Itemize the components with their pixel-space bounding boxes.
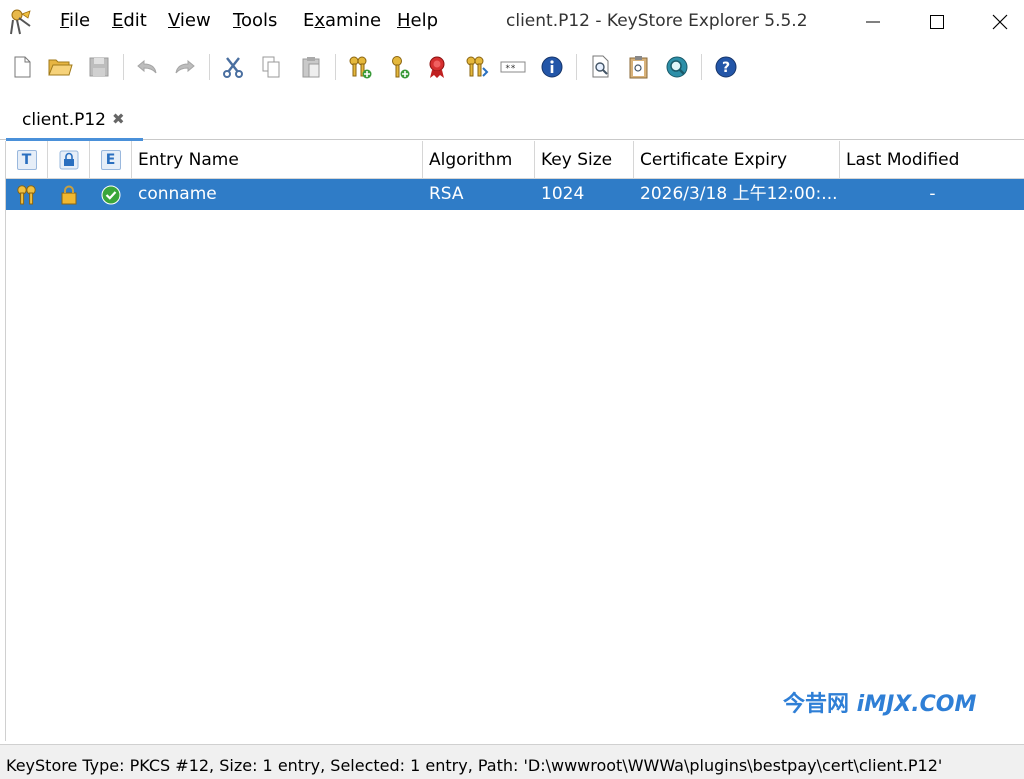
minimize-icon <box>866 21 880 23</box>
watermark: 今昔网 iMJX.COM <box>783 686 976 718</box>
menu-view[interactable]: View <box>168 10 211 31</box>
close-window-button[interactable] <box>972 0 1024 44</box>
column-header-certificate-expiry[interactable]: Certificate Expiry <box>634 141 840 179</box>
maximize-button[interactable] <box>909 0 965 44</box>
column-header-last-modified[interactable]: Last Modified <box>840 141 1024 179</box>
toolbar-separator <box>123 54 124 80</box>
paste-icon[interactable] <box>296 52 326 82</box>
valid-check-icon <box>90 179 132 210</box>
status-text: KeyStore Type: PKCS #12, Size: 1 entry, … <box>6 756 943 775</box>
svg-text:?: ? <box>722 60 730 76</box>
tab-client-p12[interactable]: client.P12 ✖ <box>6 98 143 141</box>
save-icon[interactable] <box>84 52 114 82</box>
menu-edit[interactable]: Edit <box>112 10 147 31</box>
menu-tools[interactable]: Tools <box>233 10 277 31</box>
tab-close-icon[interactable]: ✖ <box>112 110 125 128</box>
keystore-entries-table: T E Entry Name Algorithm Key Size Certif… <box>5 141 1024 741</box>
properties-icon[interactable] <box>537 52 567 82</box>
watermark-en: iMJX.COM <box>856 692 977 717</box>
new-icon[interactable] <box>7 52 37 82</box>
cell-key-size: 1024 <box>541 184 585 204</box>
svg-text:**: ** <box>505 64 516 74</box>
examine-clipboard-icon[interactable] <box>624 52 654 82</box>
menu-help[interactable]: Help <box>397 10 438 31</box>
toolbar-separator <box>209 54 210 80</box>
open-icon[interactable] <box>45 52 75 82</box>
column-header-type[interactable]: T <box>6 141 48 179</box>
cut-icon[interactable] <box>218 52 248 82</box>
import-keypair-icon[interactable] <box>461 52 491 82</box>
column-header-algorithm[interactable]: Algorithm <box>423 141 535 179</box>
toolbar-separator <box>335 54 336 80</box>
tab-label: client.P12 <box>22 110 106 130</box>
toolbar-separator <box>576 54 577 80</box>
maximize-icon <box>930 15 944 29</box>
redo-icon[interactable] <box>170 52 200 82</box>
tab-strip: client.P12 ✖ <box>0 90 1024 141</box>
title-bar: File Edit View Tools Examine Help client… <box>0 0 1024 44</box>
keystore-explorer-app-icon[interactable] <box>8 8 34 36</box>
import-trusted-cert-icon[interactable] <box>422 52 452 82</box>
lock-header-icon <box>59 150 78 170</box>
set-password-icon[interactable]: ** <box>498 52 528 82</box>
column-header-entry-name[interactable]: Entry Name <box>132 141 423 179</box>
status-bar: KeyStore Type: PKCS #12, Size: 1 entry, … <box>0 744 1024 779</box>
type-badge: T <box>16 150 37 170</box>
column-header-key-size[interactable]: Key Size <box>535 141 634 179</box>
generate-secret-key-icon[interactable] <box>385 52 415 82</box>
cell-algorithm: RSA <box>429 184 464 204</box>
toolbar-separator <box>701 54 702 80</box>
table-row[interactable]: conname RSA 1024 2026/3/18 上午12:00:... - <box>6 179 1024 210</box>
cell-certificate-expiry: 2026/3/18 上午12:00:... <box>640 184 838 204</box>
cell-entry-name: conname <box>138 184 217 204</box>
column-header-lock[interactable] <box>48 141 90 179</box>
close-icon <box>992 14 1008 30</box>
examine-file-icon[interactable] <box>586 52 616 82</box>
copy-icon[interactable] <box>256 52 286 82</box>
column-header-expiry-status[interactable]: E <box>90 141 132 179</box>
expiry-badge: E <box>100 150 121 170</box>
watermark-cn: 今昔网 <box>783 692 857 717</box>
window-title: client.P12 - KeyStore Explorer 5.5.2 <box>506 11 808 31</box>
generate-keypair-icon[interactable] <box>345 52 375 82</box>
lock-icon <box>48 179 90 210</box>
toolbar: ** ? <box>0 44 1024 90</box>
cell-last-modified: - <box>929 184 936 204</box>
minimize-button[interactable] <box>845 0 901 44</box>
menu-file[interactable]: File <box>60 10 90 31</box>
examine-ssl-icon[interactable] <box>662 52 692 82</box>
help-icon[interactable]: ? <box>711 52 741 82</box>
menu-examine[interactable]: Examine <box>303 10 381 31</box>
keypair-icon <box>6 179 48 210</box>
undo-icon[interactable] <box>132 52 162 82</box>
table-header: T E Entry Name Algorithm Key Size Certif… <box>6 141 1024 179</box>
